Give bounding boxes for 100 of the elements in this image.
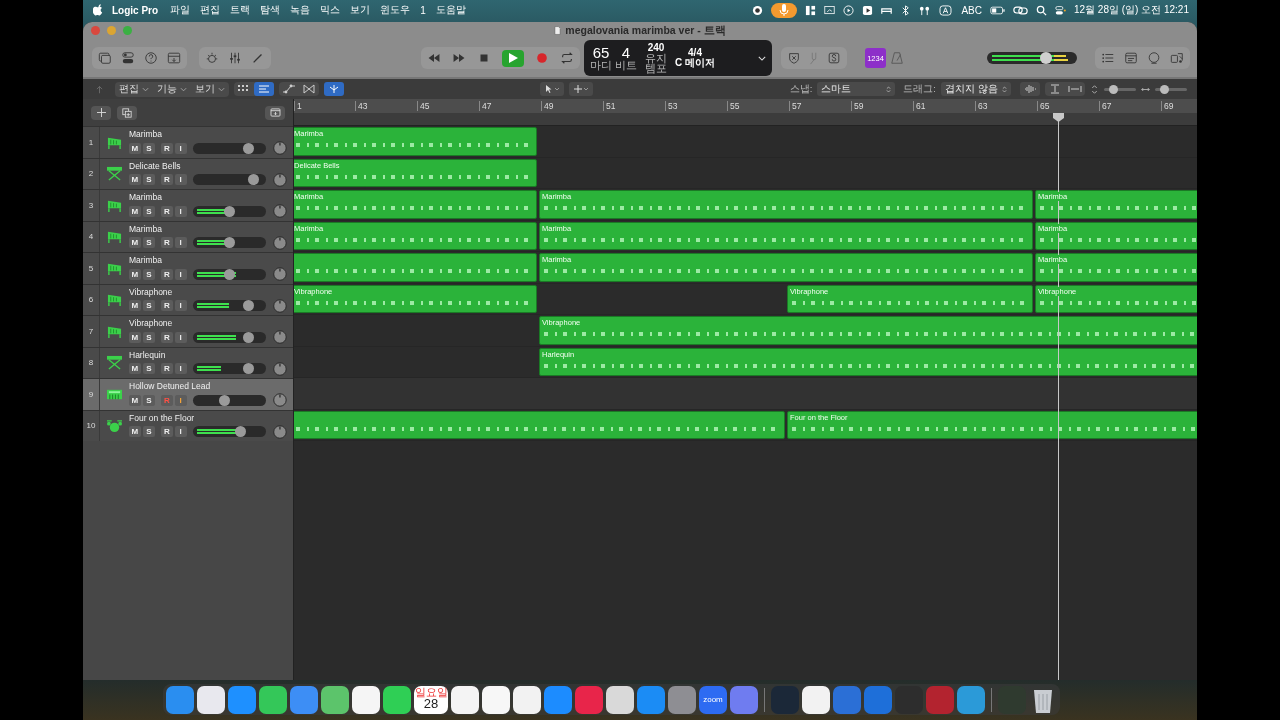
playhead-handle[interactable]	[1053, 113, 1064, 122]
record-enable-button[interactable]: R	[160, 174, 173, 186]
track-header[interactable]: 6 Vibraphone M S R I	[83, 283, 293, 315]
control-center-icon[interactable]	[1054, 4, 1066, 16]
mute-button[interactable]: M	[129, 142, 141, 154]
app-icon[interactable]	[259, 685, 287, 714]
brightness-icon[interactable]	[205, 51, 219, 65]
shield-x-icon[interactable]	[787, 51, 801, 65]
input-source-icon[interactable]	[938, 4, 954, 16]
input-source-label[interactable]: ABC	[961, 4, 982, 16]
menu-item[interactable]: 윈도우	[380, 3, 411, 17]
menu-item[interactable]: 트랙	[230, 3, 251, 17]
grid-icon[interactable]	[805, 4, 817, 16]
record-enable-button[interactable]: R	[160, 205, 173, 217]
library-icon[interactable]	[98, 51, 112, 65]
menu-item[interactable]: 믹스	[320, 3, 341, 17]
stepper-icon[interactable]	[886, 84, 892, 94]
slider-thumb[interactable]	[223, 268, 235, 280]
track-header[interactable]: 5 Marimba M S R I	[83, 252, 293, 284]
screen-icon[interactable]	[824, 4, 836, 16]
record-status-icon[interactable]	[752, 4, 764, 16]
slider-thumb[interactable]	[243, 142, 255, 154]
input-monitor-button[interactable]: I	[174, 174, 187, 186]
slider-thumb[interactable]	[1108, 84, 1118, 94]
mute-button[interactable]: M	[129, 205, 141, 217]
link-icon[interactable]	[1012, 4, 1028, 16]
timeline-ruler[interactable]: 1 43 45 47 49 51 53 55 57 59 61 63 65 67 69	[294, 99, 1197, 126]
input-monitor-button[interactable]: I	[174, 300, 187, 312]
mute-button[interactable]: M	[129, 363, 141, 375]
crosshair-icon[interactable]	[573, 84, 590, 94]
record-enable-button[interactable]: R	[160, 142, 173, 154]
battery-icon[interactable]	[989, 4, 1005, 16]
duplicate-track-button[interactable]	[117, 105, 137, 120]
plus-icon[interactable]	[96, 108, 106, 117]
track-header[interactable]: 2 Delicate Bells M S R I	[83, 157, 293, 189]
menu-item[interactable]: 보기	[350, 3, 371, 17]
slider-thumb[interactable]	[234, 426, 246, 438]
mute-button[interactable]: M	[129, 268, 141, 280]
pan-knob[interactable]	[273, 204, 287, 219]
menu-item[interactable]: 파일	[170, 3, 191, 17]
mute-button[interactable]: M	[129, 174, 141, 186]
app-icon[interactable]	[513, 685, 541, 714]
pan-knob[interactable]	[273, 298, 287, 313]
track-header[interactable]: 1 Marimba M S R I	[83, 126, 293, 158]
solo-button[interactable]: S	[142, 268, 155, 280]
record-enable-button[interactable]: R	[160, 237, 173, 249]
clock[interactable]: 12월 28일 (일) 오전 12:21	[1073, 3, 1189, 17]
pan-knob[interactable]	[273, 172, 287, 187]
zoom-app-icon[interactable]: zoom	[699, 685, 727, 714]
slider-thumb[interactable]	[1040, 52, 1053, 64]
app-icon[interactable]	[197, 685, 225, 714]
app-icon[interactable]	[802, 685, 830, 714]
slider-thumb[interactable]	[218, 394, 230, 406]
bluetooth-icon[interactable]	[900, 4, 912, 16]
input-monitor-button[interactable]: I	[174, 363, 187, 375]
drag-dropdown[interactable]: 겹치지 않음	[941, 82, 1011, 96]
mute-button[interactable]: M	[129, 394, 141, 406]
mute-button[interactable]: M	[129, 331, 141, 343]
mixer-icon[interactable]	[228, 51, 242, 65]
app-icon[interactable]	[383, 685, 411, 714]
mute-button[interactable]: M	[129, 237, 141, 249]
slider-thumb[interactable]	[243, 331, 255, 343]
app-icon[interactable]	[606, 685, 634, 714]
track-header[interactable]: 10 Four on the Floor M S R I	[83, 409, 293, 441]
folder-button[interactable]	[265, 105, 285, 120]
loop-icon[interactable]	[1147, 51, 1161, 65]
track-header[interactable]: 8 Harlequin M S R I	[83, 346, 293, 378]
track-header[interactable]: 4 Marimba M S R I	[83, 220, 293, 252]
input-monitor-button[interactable]: I	[174, 331, 187, 343]
solo-button[interactable]: S	[142, 142, 155, 154]
input-monitor-button[interactable]: I	[174, 205, 187, 217]
solo-button[interactable]: S	[142, 205, 155, 217]
app-icon[interactable]	[321, 685, 349, 714]
pointer-icon[interactable]	[544, 84, 561, 94]
menu-item[interactable]: 탐색	[260, 3, 281, 17]
rewind-icon[interactable]	[427, 51, 441, 65]
notepad-icon[interactable]	[1124, 51, 1138, 65]
apple-icon[interactable]	[93, 4, 103, 16]
menu-dropdown[interactable]: 보기	[191, 81, 229, 97]
slider-thumb[interactable]	[243, 363, 255, 375]
slider-thumb[interactable]	[223, 237, 235, 249]
pan-knob[interactable]	[273, 330, 287, 345]
track-header[interactable]: 9 Hollow Detuned Lead M S R I	[83, 378, 293, 410]
stepper-icon[interactable]	[1002, 84, 1007, 94]
record-enable-button[interactable]: R	[160, 331, 173, 343]
volume-slider[interactable]	[192, 237, 267, 249]
play-circle-icon[interactable]	[843, 4, 855, 16]
record-enable-button[interactable]: R	[160, 268, 173, 280]
volume-slider[interactable]	[192, 363, 267, 375]
solo-button[interactable]: S	[142, 174, 155, 186]
pan-knob[interactable]	[273, 235, 287, 250]
play-button[interactable]	[502, 49, 524, 67]
app-icon[interactable]	[482, 685, 510, 714]
mute-button[interactable]: M	[129, 426, 141, 438]
calendar-app-icon[interactable]: 일요일 28	[414, 685, 448, 714]
menu-item[interactable]: 녹음	[290, 3, 311, 17]
solo-button[interactable]: S	[142, 426, 155, 438]
app-menu[interactable]: Logic Pro	[112, 4, 159, 16]
volume-slider[interactable]	[192, 268, 267, 280]
slider-thumb[interactable]	[1159, 84, 1169, 94]
